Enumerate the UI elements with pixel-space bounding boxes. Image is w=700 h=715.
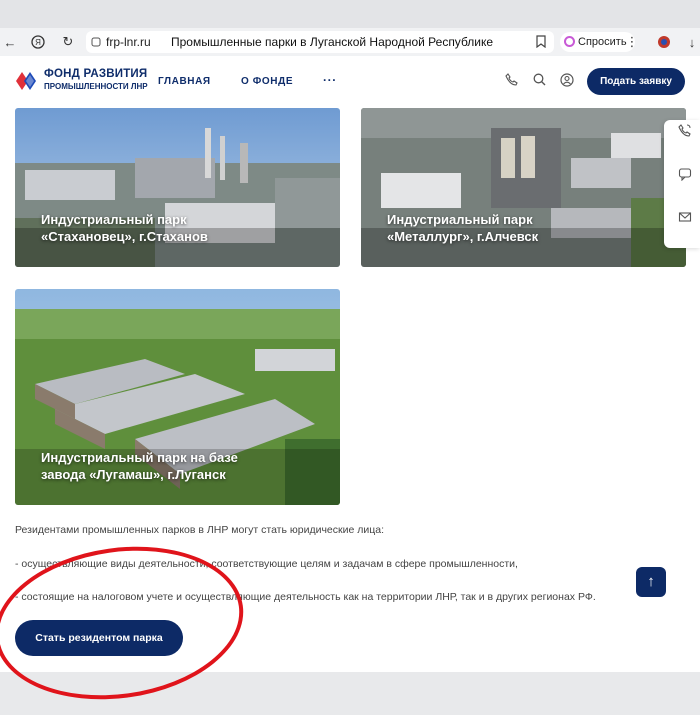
yandex-icon[interactable]: Я (30, 34, 46, 50)
browser-tab-strip (0, 0, 700, 28)
park-card-metallurg[interactable]: Индустриальный парк «Металлург», г.Алчев… (361, 108, 686, 267)
park-card-stakhanovets[interactable]: Индустриальный парк «Стахановец», г.Стах… (15, 108, 340, 267)
nav-more[interactable]: ··· (323, 73, 337, 87)
ask-ai-label: Спросить (578, 36, 627, 48)
reload-icon[interactable]: ↻ (60, 34, 76, 50)
park-card-lugamash[interactable]: Индустриальный парк на базе завода «Луга… (15, 289, 340, 505)
callback-phone-icon[interactable] (678, 123, 692, 137)
arrow-up-icon: ↑ (647, 573, 655, 590)
park-title-line1: Индустриальный парк (41, 212, 187, 227)
browser-toolbar: ← Я ↻ frp-lnr.ru Промышленные парки в Лу… (0, 28, 700, 56)
fund-logo-icon[interactable] (14, 70, 40, 92)
search-icon[interactable] (531, 73, 547, 89)
bookmark-icon[interactable] (536, 35, 546, 49)
extension-icon[interactable] (656, 34, 672, 50)
park-title-line2: «Стахановец», г.Стаханов (41, 229, 208, 244)
site-info-icon[interactable] (91, 36, 101, 47)
logo-subtitle[interactable]: ПРОМЫШЛЕННОСТИ ЛНР (44, 82, 148, 91)
logo-title[interactable]: ФОНД РАЗВИТИЯ (44, 68, 147, 80)
address-bar[interactable]: frp-lnr.ru Промышленные парки в Луганско… (86, 31, 554, 53)
account-icon[interactable] (559, 73, 575, 89)
email-icon[interactable] (678, 210, 692, 224)
more-vertical-icon[interactable]: ⋮ (624, 34, 640, 50)
chat-icon[interactable] (678, 167, 692, 182)
url-domain: frp-lnr.ru (106, 35, 151, 49)
park-title-line1: Индустриальный парк на базе (41, 450, 238, 465)
park-title-line2: завода «Лугамаш», г.Луганск (41, 467, 226, 482)
phone-icon[interactable] (503, 73, 519, 89)
park-title-line1: Индустриальный парк (387, 212, 533, 227)
residents-intro: Резидентами промышленных парков в ЛНР мо… (15, 524, 384, 536)
svg-text:Я: Я (35, 38, 41, 47)
ai-assistant-icon (564, 36, 575, 47)
apply-button[interactable]: Подать заявку (587, 68, 685, 95)
nav-home[interactable]: ГЛАВНАЯ (158, 76, 211, 87)
back-icon[interactable]: ← (2, 34, 18, 50)
scroll-to-top-button[interactable]: ↑ (636, 567, 666, 597)
url-page-title: Промышленные парки в Луганской Народной … (171, 35, 494, 49)
download-icon[interactable]: ↓ (684, 34, 700, 50)
site-header: ФОНД РАЗВИТИЯ ПРОМЫШЛЕННОСТИ ЛНР ГЛАВНАЯ… (0, 56, 700, 108)
contact-side-panel (664, 120, 700, 248)
nav-about[interactable]: О ФОНДЕ (241, 76, 293, 87)
park-title-line2: «Металлург», г.Алчевск (387, 229, 539, 244)
